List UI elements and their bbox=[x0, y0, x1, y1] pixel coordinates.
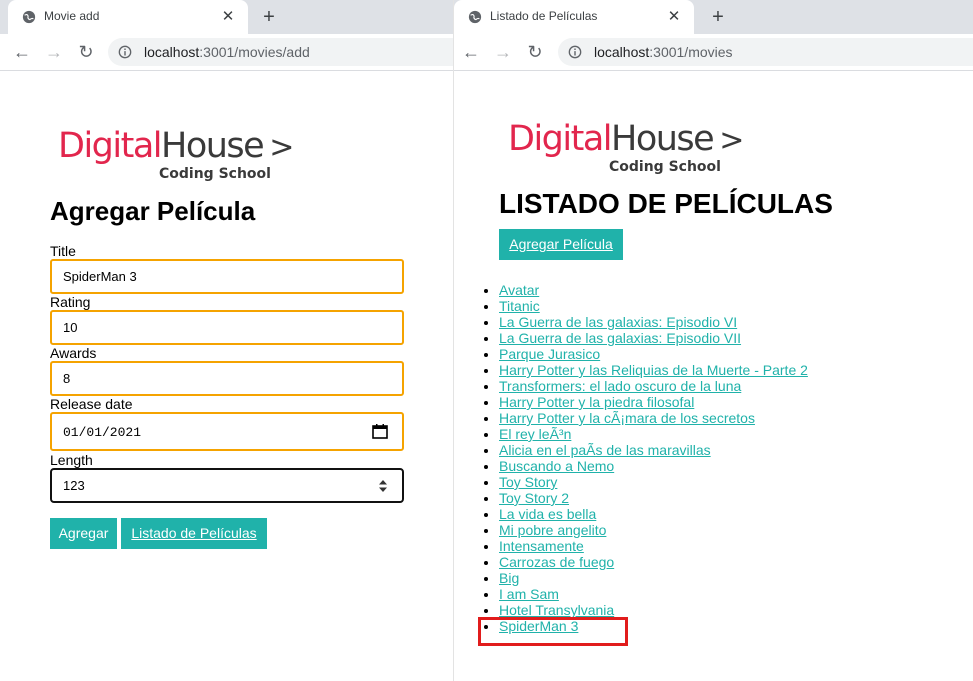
movie-list: Avatar Titanic La Guerra de las galaxias: … bbox=[484, 282, 808, 634]
spinner-arrows-icon[interactable] bbox=[378, 479, 388, 493]
release-date-input[interactable]: 01/01/2021 bbox=[50, 412, 404, 451]
movie-link[interactable]: I am Sam bbox=[499, 586, 559, 602]
release-date-label: Release date bbox=[50, 396, 133, 412]
list-item: Transformers: el lado oscuro de la luna bbox=[484, 378, 808, 394]
page-title: Agregar Película bbox=[50, 196, 256, 226]
movie-link[interactable]: El rey leÃ³n bbox=[499, 426, 571, 442]
list-item: Toy Story 2 bbox=[484, 490, 808, 506]
highlight-box bbox=[478, 617, 628, 646]
page-title: LISTADO DE PELÍCULAS bbox=[499, 188, 833, 219]
back-icon[interactable]: ← bbox=[459, 40, 483, 64]
tab-strip: Movie add ✕ + bbox=[0, 0, 454, 34]
awards-label: Awards bbox=[50, 345, 97, 361]
rating-label: Rating bbox=[50, 294, 91, 310]
address-bar[interactable]: localhost:3001/movies/add bbox=[108, 38, 454, 66]
rating-input[interactable]: 10 bbox=[50, 310, 404, 345]
back-icon[interactable]: ← bbox=[10, 40, 34, 64]
digital-house-logo: DigitalHouse > Coding School bbox=[58, 126, 294, 182]
list-item: Harry Potter y la piedra filosofal bbox=[484, 394, 808, 410]
globe-icon bbox=[468, 10, 482, 24]
movie-link[interactable]: Hotel Transylvania bbox=[499, 602, 614, 618]
new-tab-icon[interactable]: + bbox=[706, 5, 730, 29]
tab-strip: Listado de Películas ✕ + bbox=[454, 0, 973, 34]
reload-icon[interactable]: ↻ bbox=[74, 40, 98, 64]
list-item: La Guerra de las galaxias: Episodio VII bbox=[484, 330, 808, 346]
info-icon[interactable] bbox=[118, 45, 132, 59]
calendar-icon[interactable] bbox=[372, 424, 388, 439]
title-label: Title bbox=[50, 243, 76, 259]
length-input[interactable]: 123 bbox=[50, 468, 404, 503]
tab-movie-list[interactable]: Listado de Películas ✕ bbox=[454, 0, 694, 34]
movie-link[interactable]: Intensamente bbox=[499, 538, 584, 554]
browser-toolbar: ← → ↻ localhost:3001/movies bbox=[454, 34, 973, 71]
url-text: localhost:3001/movies bbox=[594, 44, 733, 60]
reload-icon[interactable]: ↻ bbox=[523, 40, 547, 64]
movie-link[interactable]: La Guerra de las galaxias: Episodio VI bbox=[499, 314, 737, 330]
movie-link[interactable]: Harry Potter y la piedra filosofal bbox=[499, 394, 694, 410]
title-input[interactable]: SpiderMan 3 bbox=[50, 259, 404, 294]
movie-link[interactable]: Titanic bbox=[499, 298, 540, 314]
list-item: Buscando a Nemo bbox=[484, 458, 808, 474]
tab-movie-add[interactable]: Movie add ✕ bbox=[8, 0, 248, 34]
close-tab-icon[interactable]: ✕ bbox=[218, 7, 238, 27]
list-item: Big bbox=[484, 570, 808, 586]
movie-link[interactable]: La vida es bella bbox=[499, 506, 596, 522]
close-tab-icon[interactable]: ✕ bbox=[664, 7, 684, 27]
list-movies-link-button[interactable]: Listado de Películas bbox=[121, 518, 267, 549]
list-item: La Guerra de las galaxias: Episodio VI bbox=[484, 314, 808, 330]
list-item: Harry Potter y las Reliquias de la Muert… bbox=[484, 362, 808, 378]
list-item: La vida es bella bbox=[484, 506, 808, 522]
list-item: Hotel Transylvania bbox=[484, 602, 808, 618]
movie-link[interactable]: Mi pobre angelito bbox=[499, 522, 606, 538]
forward-icon[interactable]: → bbox=[491, 40, 515, 64]
globe-icon bbox=[22, 10, 36, 24]
movie-link[interactable]: Buscando a Nemo bbox=[499, 458, 614, 474]
forward-icon[interactable]: → bbox=[42, 40, 66, 64]
list-item: Carrozas de fuego bbox=[484, 554, 808, 570]
movie-link[interactable]: Avatar bbox=[499, 282, 539, 298]
list-item: Mi pobre angelito bbox=[484, 522, 808, 538]
movie-link[interactable]: Parque Jurasico bbox=[499, 346, 600, 362]
movie-link[interactable]: Alicia en el paÃ­s de las maravillas bbox=[499, 442, 711, 458]
list-item: Toy Story bbox=[484, 474, 808, 490]
list-item: El rey leÃ³n bbox=[484, 426, 808, 442]
url-text: localhost:3001/movies/add bbox=[144, 44, 310, 60]
new-tab-icon[interactable]: + bbox=[257, 5, 281, 29]
list-item: I am Sam bbox=[484, 586, 808, 602]
tab-title: Movie add bbox=[44, 9, 100, 23]
address-bar[interactable]: localhost:3001/movies bbox=[558, 38, 973, 66]
list-item: Parque Jurasico bbox=[484, 346, 808, 362]
list-item: Harry Potter y la cÃ¡mara de los secreto… bbox=[484, 410, 808, 426]
movie-link[interactable]: Harry Potter y la cÃ¡mara de los secreto… bbox=[499, 410, 755, 426]
window-divider bbox=[453, 0, 454, 681]
movie-link[interactable]: Toy Story 2 bbox=[499, 490, 569, 506]
list-item: Alicia en el paÃ­s de las maravillas bbox=[484, 442, 808, 458]
digital-house-logo: DigitalHouse > Coding School bbox=[508, 119, 744, 175]
browser-toolbar: ← → ↻ localhost:3001/movies/add bbox=[0, 34, 454, 71]
list-item: Titanic bbox=[484, 298, 808, 314]
tab-title: Listado de Películas bbox=[490, 9, 598, 23]
list-item: Avatar bbox=[484, 282, 808, 298]
info-icon[interactable] bbox=[568, 45, 582, 59]
list-item: Intensamente bbox=[484, 538, 808, 554]
add-movie-link-button[interactable]: Agregar Película bbox=[499, 229, 623, 260]
movie-link[interactable]: Big bbox=[499, 570, 519, 586]
movie-link[interactable]: La Guerra de las galaxias: Episodio VII bbox=[499, 330, 741, 346]
length-label: Length bbox=[50, 452, 93, 468]
movie-link[interactable]: Carrozas de fuego bbox=[499, 554, 614, 570]
movie-link[interactable]: Toy Story bbox=[499, 474, 557, 490]
movie-link[interactable]: Transformers: el lado oscuro de la luna bbox=[499, 378, 741, 394]
movie-link[interactable]: Harry Potter y las Reliquias de la Muert… bbox=[499, 362, 808, 378]
agregar-button[interactable]: Agregar bbox=[50, 518, 117, 549]
awards-input[interactable]: 8 bbox=[50, 361, 404, 396]
